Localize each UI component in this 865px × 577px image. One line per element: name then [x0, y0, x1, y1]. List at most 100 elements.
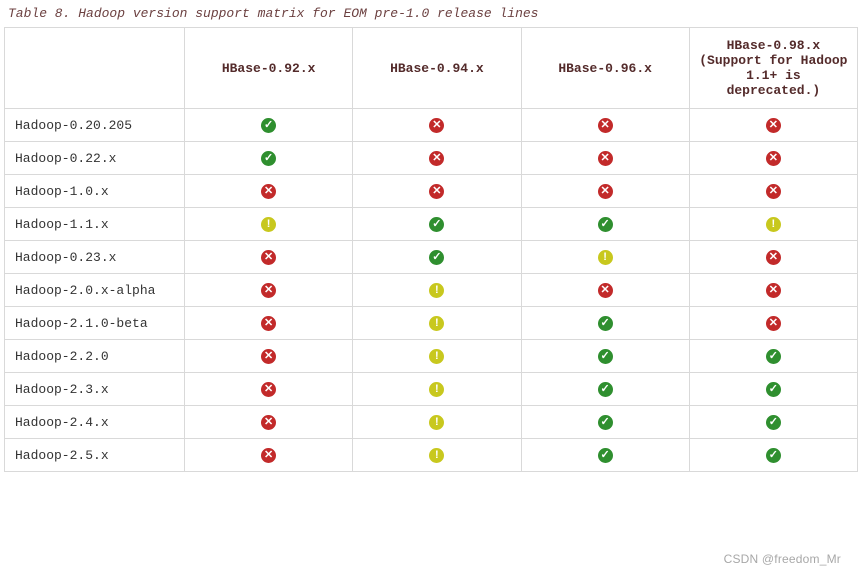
support-cell: ✓: [353, 241, 521, 274]
support-cell: ✓: [689, 439, 857, 472]
row-label: Hadoop-2.1.0-beta: [5, 307, 185, 340]
check-icon: ✓: [598, 217, 613, 232]
support-cell: ✕: [185, 241, 353, 274]
support-cell: ✓: [185, 142, 353, 175]
row-label: Hadoop-2.0.x-alpha: [5, 274, 185, 307]
cross-icon: ✕: [766, 184, 781, 199]
support-cell: ✓: [689, 406, 857, 439]
table-row: Hadoop-2.5.x✕!✓✓: [5, 439, 858, 472]
cross-icon: ✕: [261, 184, 276, 199]
cross-icon: ✕: [766, 118, 781, 133]
support-cell: ✕: [689, 142, 857, 175]
check-icon: ✓: [261, 118, 276, 133]
support-cell: ✕: [185, 175, 353, 208]
check-icon: ✓: [261, 151, 276, 166]
row-label: Hadoop-2.3.x: [5, 373, 185, 406]
row-label: Hadoop-0.23.x: [5, 241, 185, 274]
support-cell: ✕: [185, 406, 353, 439]
check-icon: ✓: [766, 448, 781, 463]
support-cell: ✕: [689, 307, 857, 340]
support-cell: ✕: [185, 307, 353, 340]
cross-icon: ✕: [766, 250, 781, 265]
support-cell: !: [353, 274, 521, 307]
support-cell: ✕: [689, 175, 857, 208]
support-cell: ✓: [689, 340, 857, 373]
col-header: HBase-0.92.x: [185, 28, 353, 109]
support-cell: !: [353, 307, 521, 340]
row-label: Hadoop-2.4.x: [5, 406, 185, 439]
check-icon: ✓: [766, 349, 781, 364]
support-cell: !: [185, 208, 353, 241]
cross-icon: ✕: [429, 151, 444, 166]
support-cell: !: [521, 241, 689, 274]
cross-icon: ✕: [261, 283, 276, 298]
cross-icon: ✕: [598, 184, 613, 199]
support-cell: ✓: [521, 340, 689, 373]
support-cell: ✓: [521, 406, 689, 439]
support-cell: ✕: [521, 175, 689, 208]
table-row: Hadoop-2.4.x ✕! ✓ ✓: [5, 406, 858, 439]
support-cell: ✕: [353, 109, 521, 142]
row-label: Hadoop-1.0.x: [5, 175, 185, 208]
support-cell: ✕: [521, 109, 689, 142]
cross-icon: ✕: [598, 118, 613, 133]
warn-icon: !: [598, 250, 613, 265]
table-row: Hadoop-2.2.0✕!✓✓: [5, 340, 858, 373]
cross-icon: ✕: [261, 448, 276, 463]
row-label: Hadoop-2.2.0: [5, 340, 185, 373]
support-cell: ✕: [353, 175, 521, 208]
support-cell: ✕: [185, 274, 353, 307]
row-label: Hadoop-1.1.x: [5, 208, 185, 241]
warn-icon: !: [766, 217, 781, 232]
support-cell: ✓: [353, 208, 521, 241]
table-caption: Table 8. Hadoop version support matrix f…: [4, 4, 861, 27]
warn-icon: !: [429, 382, 444, 397]
cross-icon: ✕: [766, 316, 781, 331]
col-header: HBase-0.94.x: [353, 28, 521, 109]
cross-icon: ✕: [766, 151, 781, 166]
warn-icon: !: [429, 316, 444, 331]
table-row: Hadoop-0.22.x ✓ ✕ ✕ ✕: [5, 142, 858, 175]
watermark: CSDN @freedom_Mr: [724, 552, 841, 566]
cross-icon: ✕: [766, 283, 781, 298]
support-cell: ✕: [689, 241, 857, 274]
support-cell: ✕: [521, 142, 689, 175]
cross-icon: ✕: [261, 415, 276, 430]
cross-icon: ✕: [261, 382, 276, 397]
row-label: Hadoop-0.20.205: [5, 109, 185, 142]
col-header: HBase-0.98.x (Support for Hadoop 1.1+ is…: [689, 28, 857, 109]
cross-icon: ✕: [261, 250, 276, 265]
check-icon: ✓: [598, 349, 613, 364]
support-cell: ✕: [689, 109, 857, 142]
check-icon: ✓: [766, 382, 781, 397]
table-row: Hadoop-0.23.x ✕ ✓! ✕: [5, 241, 858, 274]
table-row: Hadoop-2.0.x-alpha ✕! ✕ ✕: [5, 274, 858, 307]
cross-icon: ✕: [261, 349, 276, 364]
warn-icon: !: [261, 217, 276, 232]
support-cell: !: [353, 373, 521, 406]
warn-icon: !: [429, 448, 444, 463]
support-cell: ✓: [521, 439, 689, 472]
support-cell: !: [689, 208, 857, 241]
cross-icon: ✕: [598, 151, 613, 166]
check-icon: ✓: [598, 415, 613, 430]
row-label: Hadoop-0.22.x: [5, 142, 185, 175]
check-icon: ✓: [598, 316, 613, 331]
support-cell: ✕: [185, 340, 353, 373]
support-cell: ✓: [185, 109, 353, 142]
check-icon: ✓: [429, 217, 444, 232]
cross-icon: ✕: [598, 283, 613, 298]
support-cell: ✕: [185, 439, 353, 472]
support-matrix-table: HBase-0.92.x HBase-0.94.x HBase-0.96.x H…: [4, 27, 858, 472]
support-cell: ✕: [689, 274, 857, 307]
table-row: Hadoop-1.1.x! ✓ ✓!: [5, 208, 858, 241]
warn-icon: !: [429, 283, 444, 298]
table-row: Hadoop-2.3.x ✕! ✓ ✓: [5, 373, 858, 406]
support-cell: ✓: [689, 373, 857, 406]
support-cell: !: [353, 406, 521, 439]
header-row: HBase-0.92.x HBase-0.94.x HBase-0.96.x H…: [5, 28, 858, 109]
check-icon: ✓: [429, 250, 444, 265]
col-header: HBase-0.96.x: [521, 28, 689, 109]
table-row: Hadoop-2.1.0-beta✕!✓✕: [5, 307, 858, 340]
check-icon: ✓: [598, 382, 613, 397]
